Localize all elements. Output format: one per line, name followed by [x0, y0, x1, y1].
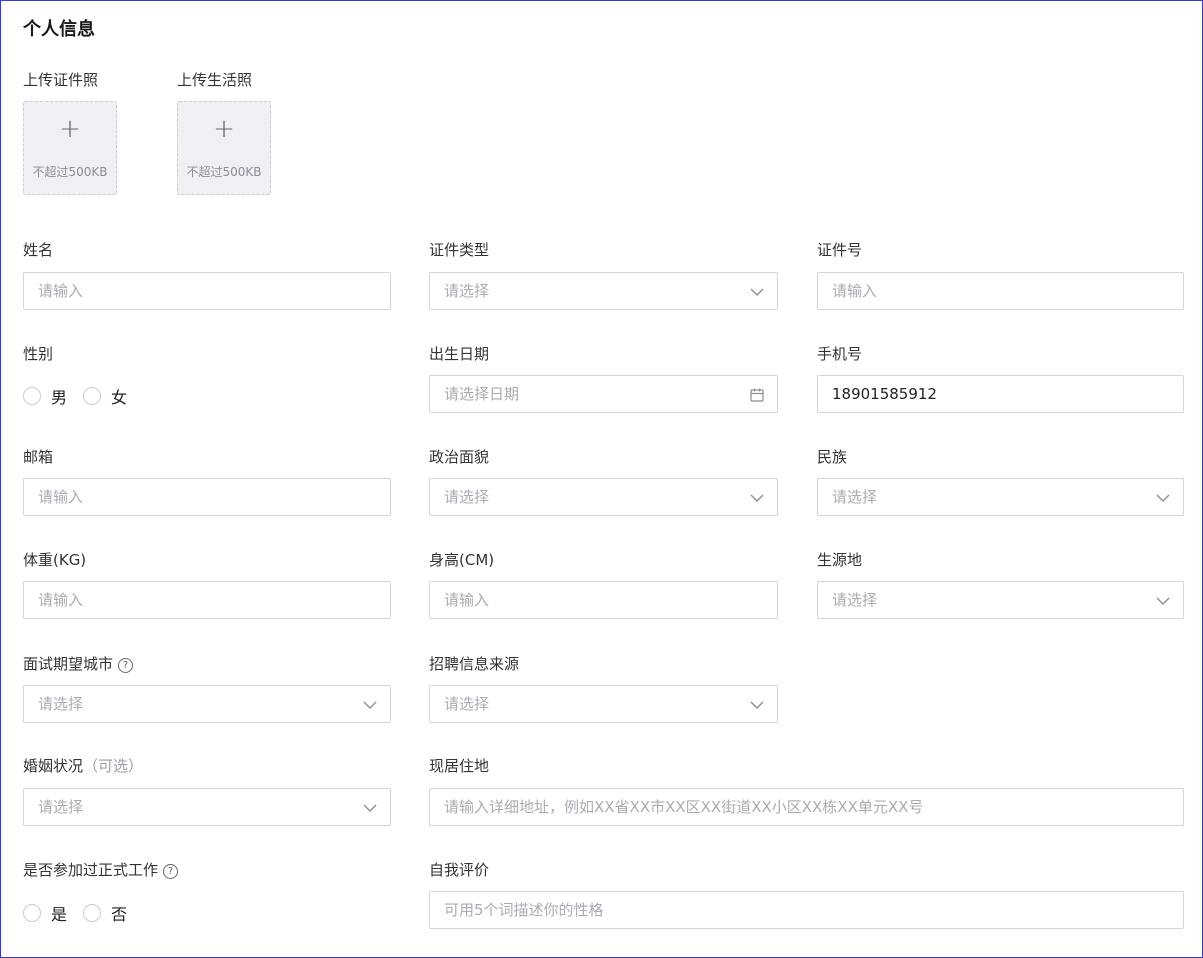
- origin-placeholder: 请选择: [832, 591, 878, 609]
- marital-status-label: 婚姻状况: [23, 757, 84, 775]
- gender-radio-female[interactable]: 女: [83, 384, 127, 408]
- birth-date-label: 出生日期: [429, 345, 490, 363]
- chevron-down-icon: [750, 288, 764, 296]
- marital-status-select[interactable]: 请选择: [23, 788, 391, 826]
- id-number-label: 证件号: [817, 241, 863, 259]
- radio-circle: [23, 904, 41, 922]
- gender-radio-male[interactable]: 男: [23, 384, 67, 408]
- name-label: 姓名: [23, 241, 54, 259]
- id-number-placeholder: 请输入: [832, 282, 878, 300]
- chevron-down-icon: [1156, 494, 1170, 502]
- recruit-source-select[interactable]: 请选择: [429, 685, 778, 723]
- ethnicity-label: 民族: [817, 448, 848, 466]
- chevron-down-icon: [1156, 597, 1170, 605]
- worked-label-wrap: 是否参加过正式工作?: [23, 859, 179, 880]
- ethnicity-select[interactable]: 请选择: [817, 478, 1184, 516]
- personal-info-form: 个人信息 上传证件照 + 不超过500KB 上传生活照 + 不超过500KB 姓…: [0, 0, 1203, 958]
- political-status-label: 政治面貌: [429, 448, 490, 466]
- self-eval-input[interactable]: 可用5个词描述你的性格: [429, 891, 1184, 929]
- height-placeholder: 请输入: [444, 591, 490, 609]
- plus-icon: +: [59, 114, 81, 144]
- interview-city-label: 面试期望城市: [23, 655, 114, 673]
- radio-circle: [23, 387, 41, 405]
- name-placeholder: 请输入: [38, 282, 84, 300]
- address-input[interactable]: 请输入详细地址，例如XX省XX市XX区XX街道XX小区XX栋XX单元XX号: [429, 788, 1184, 826]
- weight-input[interactable]: 请输入: [23, 581, 391, 619]
- worked-yes-label: 是: [51, 905, 68, 924]
- upload-size-hint: 不超过500KB: [32, 165, 108, 179]
- self-eval-placeholder: 可用5个词描述你的性格: [444, 901, 604, 919]
- chevron-down-icon: [750, 701, 764, 709]
- marital-status-label-wrap: 婚姻状况（可选）: [23, 755, 143, 776]
- worked-no-label: 否: [111, 905, 128, 924]
- gender-male-label: 男: [51, 388, 68, 407]
- chevron-down-icon: [363, 701, 377, 709]
- optional-tag: （可选）: [83, 757, 144, 775]
- worked-radio-no[interactable]: 否: [83, 901, 127, 925]
- weight-label: 体重(KG): [23, 551, 87, 569]
- chevron-down-icon: [363, 804, 377, 812]
- political-status-placeholder: 请选择: [444, 488, 490, 506]
- id-type-select[interactable]: 请选择: [429, 272, 778, 310]
- phone-label: 手机号: [817, 345, 863, 363]
- calendar-icon: [750, 388, 764, 402]
- id-type-label: 证件类型: [429, 241, 490, 259]
- upload-id-photo-label: 上传证件照: [23, 71, 99, 89]
- height-label: 身高(CM): [429, 551, 495, 569]
- phone-value: 18901585912: [832, 385, 937, 403]
- origin-label: 生源地: [817, 551, 863, 569]
- address-placeholder: 请输入详细地址，例如XX省XX市XX区XX街道XX小区XX栋XX单元XX号: [444, 798, 924, 816]
- marital-status-placeholder: 请选择: [38, 798, 84, 816]
- question-circle-icon[interactable]: ?: [163, 864, 179, 879]
- interview-city-label-wrap: 面试期望城市?: [23, 653, 134, 674]
- id-number-input[interactable]: 请输入: [817, 272, 1184, 310]
- radio-circle: [83, 387, 102, 405]
- weight-placeholder: 请输入: [38, 591, 84, 609]
- plus-icon: +: [213, 114, 235, 144]
- id-type-placeholder: 请选择: [444, 282, 490, 300]
- upload-life-photo-button[interactable]: + 不超过500KB: [177, 101, 271, 195]
- question-circle-icon[interactable]: ?: [118, 658, 134, 673]
- phone-input[interactable]: 18901585912: [817, 375, 1184, 413]
- email-input[interactable]: 请输入: [23, 478, 391, 516]
- chevron-down-icon: [750, 494, 764, 502]
- upload-id-photo-button[interactable]: + 不超过500KB: [23, 101, 117, 195]
- upload-size-hint: 不超过500KB: [186, 165, 262, 179]
- ethnicity-placeholder: 请选择: [832, 488, 878, 506]
- origin-select[interactable]: 请选择: [817, 581, 1184, 619]
- worked-radio-group: 是 否: [23, 901, 143, 925]
- recruit-source-label: 招聘信息来源: [429, 655, 520, 673]
- worked-label: 是否参加过正式工作: [23, 861, 159, 879]
- political-status-select[interactable]: 请选择: [429, 478, 778, 516]
- email-placeholder: 请输入: [38, 488, 84, 506]
- birth-date-picker[interactable]: 请选择日期: [429, 375, 778, 413]
- interview-city-select[interactable]: 请选择: [23, 685, 391, 723]
- section-title: 个人信息: [23, 19, 95, 40]
- worked-radio-yes[interactable]: 是: [23, 901, 67, 925]
- address-label: 现居住地: [429, 757, 490, 775]
- gender-radio-group: 男 女: [23, 384, 143, 408]
- interview-city-placeholder: 请选择: [38, 695, 84, 713]
- height-input[interactable]: 请输入: [429, 581, 778, 619]
- recruit-source-placeholder: 请选择: [444, 695, 490, 713]
- gender-female-label: 女: [111, 388, 128, 407]
- name-input[interactable]: 请输入: [23, 272, 391, 310]
- self-eval-label: 自我评价: [429, 861, 490, 879]
- radio-circle: [83, 904, 102, 922]
- gender-label: 性别: [23, 345, 54, 363]
- email-label: 邮箱: [23, 448, 54, 466]
- birth-date-placeholder: 请选择日期: [444, 385, 520, 403]
- upload-life-photo-label: 上传生活照: [177, 71, 253, 89]
